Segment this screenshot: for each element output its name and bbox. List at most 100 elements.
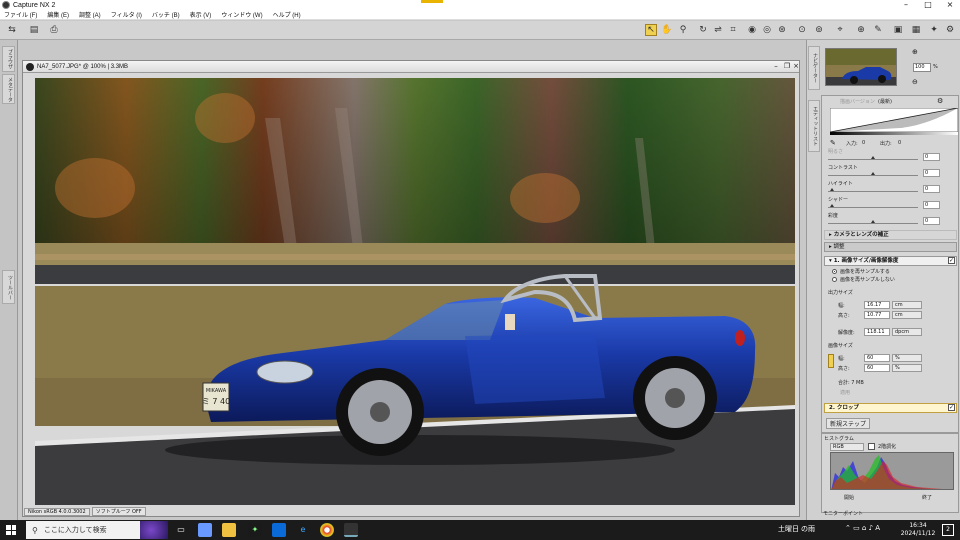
- value-brightness[interactable]: 0: [923, 153, 940, 161]
- crop-step-header[interactable]: 2. クロップ: [824, 403, 957, 413]
- menu-window[interactable]: ウィンドウ (W): [221, 10, 262, 19]
- tab-edit-list[interactable]: エディットリスト: [808, 100, 820, 152]
- minimize-icon[interactable]: –: [896, 0, 916, 10]
- selection-tool-icon[interactable]: ✦: [928, 24, 940, 36]
- tab-metadata[interactable]: メタデータ: [2, 74, 15, 104]
- retouch-brush-icon[interactable]: ⊛: [776, 24, 788, 36]
- zoom-input[interactable]: 100: [913, 63, 931, 72]
- menu-view[interactable]: 表示 (V): [190, 10, 212, 19]
- browser-toggle-icon[interactable]: ⇆: [6, 24, 18, 36]
- new-step-button[interactable]: 新規ステップ: [826, 418, 871, 429]
- weather-widget[interactable]: 土曜日 の雨: [778, 524, 815, 534]
- slider-saturation[interactable]: [828, 223, 918, 224]
- slider-shadow-thumb[interactable]: [830, 204, 834, 207]
- menu-file[interactable]: ファイル (F): [4, 10, 37, 19]
- image-width-unit-select[interactable]: %: [892, 354, 922, 362]
- camera-lens-section[interactable]: ▸ カメラとレンズの補正: [824, 230, 957, 240]
- tab-toolbar[interactable]: ツールバー: [2, 270, 15, 304]
- value-saturation[interactable]: 0: [923, 217, 940, 225]
- control-point-neutral-icon[interactable]: ⊚: [813, 24, 825, 36]
- curve-graph[interactable]: [830, 108, 958, 132]
- slider-contrast[interactable]: [828, 175, 918, 176]
- task-view-icon[interactable]: ▭: [174, 523, 188, 537]
- slider-brightness-thumb[interactable]: [871, 156, 875, 159]
- slider-shadow[interactable]: [828, 207, 918, 208]
- adjust-section[interactable]: ▸ 調整: [824, 242, 957, 252]
- resize-step-checkbox[interactable]: ✓: [948, 257, 955, 264]
- width-input[interactable]: 16.17: [864, 301, 890, 309]
- apply-button[interactable]: 適用: [840, 389, 850, 396]
- menu-filter[interactable]: フィルタ (I): [111, 10, 142, 19]
- slider-highlight-thumb[interactable]: [830, 188, 834, 191]
- navigator-thumbnail[interactable]: [825, 48, 897, 86]
- close-icon[interactable]: ×: [940, 0, 960, 10]
- straighten-icon[interactable]: ⇌: [712, 24, 724, 36]
- copilot-icon[interactable]: [198, 523, 212, 537]
- tab-browser[interactable]: ブラウザ: [2, 46, 15, 72]
- image-height-unit-select[interactable]: %: [892, 364, 922, 372]
- gear-icon[interactable]: ⚙: [937, 97, 943, 105]
- resolution-unit-select[interactable]: dpcm: [892, 328, 922, 336]
- zoom-in-icon[interactable]: ⊕: [912, 48, 918, 56]
- app-icon-green[interactable]: ✦: [248, 523, 262, 537]
- hand-tool-icon[interactable]: ✋: [661, 24, 673, 36]
- rotate-icon[interactable]: ↻: [697, 24, 709, 36]
- zoom-tool-icon[interactable]: ⚲: [677, 24, 689, 36]
- lasso-tool-icon[interactable]: ⌖: [834, 24, 846, 36]
- menu-help[interactable]: ヘルプ (H): [273, 10, 301, 19]
- capture-nx-taskbar-icon[interactable]: [344, 523, 358, 537]
- taskbar-search[interactable]: ⚲ ここに入力して検索: [26, 521, 168, 539]
- red-eye-icon[interactable]: ◉: [746, 24, 758, 36]
- gear-icon[interactable]: ⚙: [944, 24, 956, 36]
- tab-navigator[interactable]: ナビゲーター: [808, 46, 820, 90]
- menu-edit[interactable]: 編集 (E): [47, 10, 69, 19]
- crop-tool-icon[interactable]: ⌗: [727, 24, 739, 36]
- height-unit-select[interactable]: cm: [892, 311, 922, 319]
- histogram-graph[interactable]: [830, 452, 954, 490]
- doc-close-icon[interactable]: ×: [791, 62, 801, 70]
- select-tool-icon[interactable]: ↖: [645, 24, 657, 36]
- eyedropper-icon[interactable]: ✎: [830, 139, 836, 147]
- crop-step-checkbox[interactable]: ✓: [948, 404, 955, 411]
- resolution-input[interactable]: 118.11: [864, 328, 890, 336]
- resample-radio-on[interactable]: [832, 269, 837, 274]
- color-control-point-icon[interactable]: ⊕: [855, 24, 867, 36]
- link-ratio-icon[interactable]: [828, 354, 834, 368]
- resize-step-header[interactable]: ▾ 1. 画像サイズ/画像解像度: [824, 256, 957, 266]
- system-tray-icons[interactable]: ⌃ ▭ ⌂ ♪ A: [845, 524, 880, 532]
- value-highlight[interactable]: 0: [923, 185, 940, 193]
- fill-tool-icon[interactable]: ▣: [892, 24, 904, 36]
- histogram-channel-select[interactable]: RGB: [830, 443, 864, 451]
- photo-canvas[interactable]: MIKAWA ミ 7 40: [35, 78, 795, 505]
- control-point-black-icon[interactable]: ⊙: [796, 24, 808, 36]
- height-input[interactable]: 10.77: [864, 311, 890, 319]
- gradient-tool-icon[interactable]: ▦: [910, 24, 922, 36]
- value-shadow[interactable]: 0: [923, 201, 940, 209]
- slider-contrast-thumb[interactable]: [871, 172, 875, 175]
- slider-highlight[interactable]: [828, 191, 918, 192]
- softproof-status[interactable]: ソフトプルーフ OFF: [91, 507, 146, 516]
- notification-badge[interactable]: 2: [942, 524, 954, 536]
- windows-start-icon[interactable]: [6, 525, 16, 535]
- maximize-icon[interactable]: □: [918, 0, 938, 10]
- print-icon[interactable]: ⎙: [48, 24, 60, 36]
- slider-saturation-thumb[interactable]: [871, 220, 875, 223]
- resample-radio-off[interactable]: [832, 277, 837, 282]
- taskbar-clock[interactable]: 16:34 2024/11/12: [900, 522, 936, 538]
- file-explorer-icon[interactable]: [222, 523, 236, 537]
- save-icon[interactable]: ▤: [28, 24, 40, 36]
- brush-tool-icon[interactable]: ✎: [872, 24, 884, 36]
- auto-retouch-icon[interactable]: ◎: [761, 24, 773, 36]
- slider-brightness[interactable]: [828, 159, 918, 160]
- monitor-point-label[interactable]: モニターポイント: [823, 510, 863, 517]
- menu-adjust[interactable]: 調整 (A): [79, 10, 101, 19]
- edge-browser-icon[interactable]: e: [296, 523, 310, 537]
- doc-minimize-icon[interactable]: –: [771, 62, 781, 70]
- zoom-out-icon[interactable]: ⊖: [912, 78, 918, 86]
- store-icon[interactable]: [272, 523, 286, 537]
- curve-version-select[interactable]: (最新): [878, 98, 892, 105]
- image-width-input[interactable]: 60: [864, 354, 890, 362]
- width-unit-select[interactable]: cm: [892, 301, 922, 309]
- dual-tone-checkbox[interactable]: [868, 443, 875, 450]
- chrome-icon[interactable]: [320, 523, 334, 537]
